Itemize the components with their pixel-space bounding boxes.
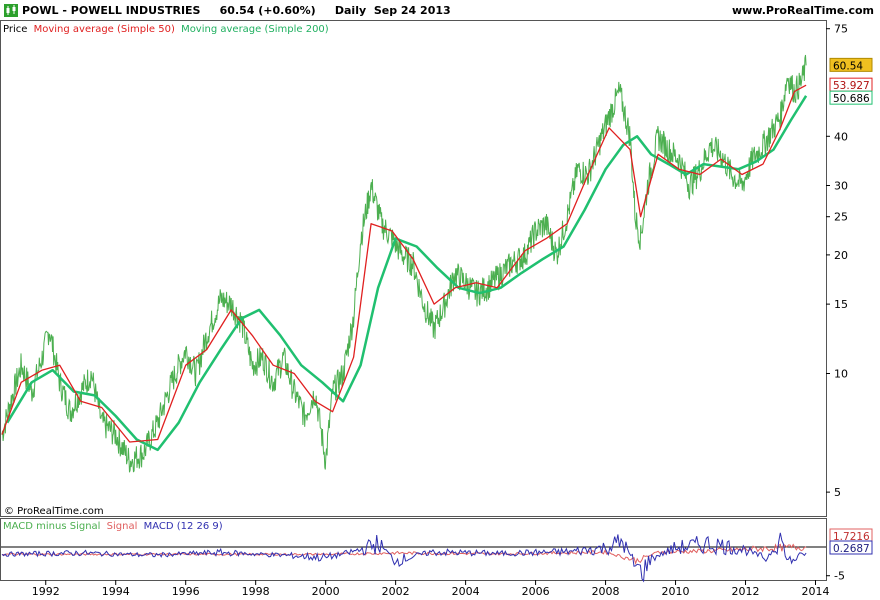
y-tick-label: 25 [834,211,848,224]
legend-ma50: Moving average (Simple 50) [34,24,175,35]
y-tick-label: 10 [834,368,848,381]
x-tick-label: 2000 [312,585,340,598]
ma200-series-group [6,95,808,452]
macd-value-tag-label: 0.2687 [833,543,870,555]
y-tick-label: 5 [834,486,841,499]
value-tag-label: 60.54 [833,60,863,72]
macd-series-group [1,532,807,583]
x-tick-label: 2012 [732,585,760,598]
macd-tick-label: -5 [834,570,845,583]
y-tick-label: 20 [834,249,848,262]
time-axis: 1992 1994 1996 1998 2000 2002 2004 2006 2008 2010… [32,580,830,598]
price-line [1,54,807,473]
value-tag-label: 53.927 [833,80,870,92]
x-tick-label: 2004 [452,585,480,598]
ma200-line [6,95,808,452]
y-tick-label: 30 [834,180,848,193]
chart-legend: Price Moving average (Simple 50) Moving … [3,24,329,35]
copyright: © ProRealTime.com [4,506,104,517]
x-tick-label: 2014 [802,585,830,598]
value-tag-label: 50.686 [833,93,870,105]
legend-ma200: Moving average (Simple 200) [181,24,329,35]
legend-price: Price [3,24,27,35]
price-series-group [1,54,807,473]
x-tick-label: 2008 [592,585,620,598]
x-tick-label: 2002 [382,585,410,598]
macd-legend: MACD minus Signal Signal MACD (12 26 9) [3,521,223,532]
price-chart[interactable]: 5 10 15 20 25 30 40 75 -5 1992 1994 1996 1998 2000 20… [0,0,880,600]
legend-signal: Signal [107,521,138,532]
x-tick-label: 2006 [522,585,550,598]
x-tick-label: 2010 [662,585,690,598]
y-tick-label: 15 [834,298,848,311]
legend-macd: MACD (12 26 9) [144,521,223,532]
x-tick-label: 1998 [242,585,270,598]
y-tick-label: 75 [834,23,848,36]
x-tick-label: 1992 [32,585,60,598]
x-tick-label: 1994 [102,585,130,598]
y-tick-label: 40 [834,130,848,143]
x-tick-label: 1996 [172,585,200,598]
macd-line [1,532,807,583]
legend-macd-hist: MACD minus Signal [3,521,100,532]
price-axis: 5 10 15 20 25 30 40 75 -5 [826,23,848,583]
